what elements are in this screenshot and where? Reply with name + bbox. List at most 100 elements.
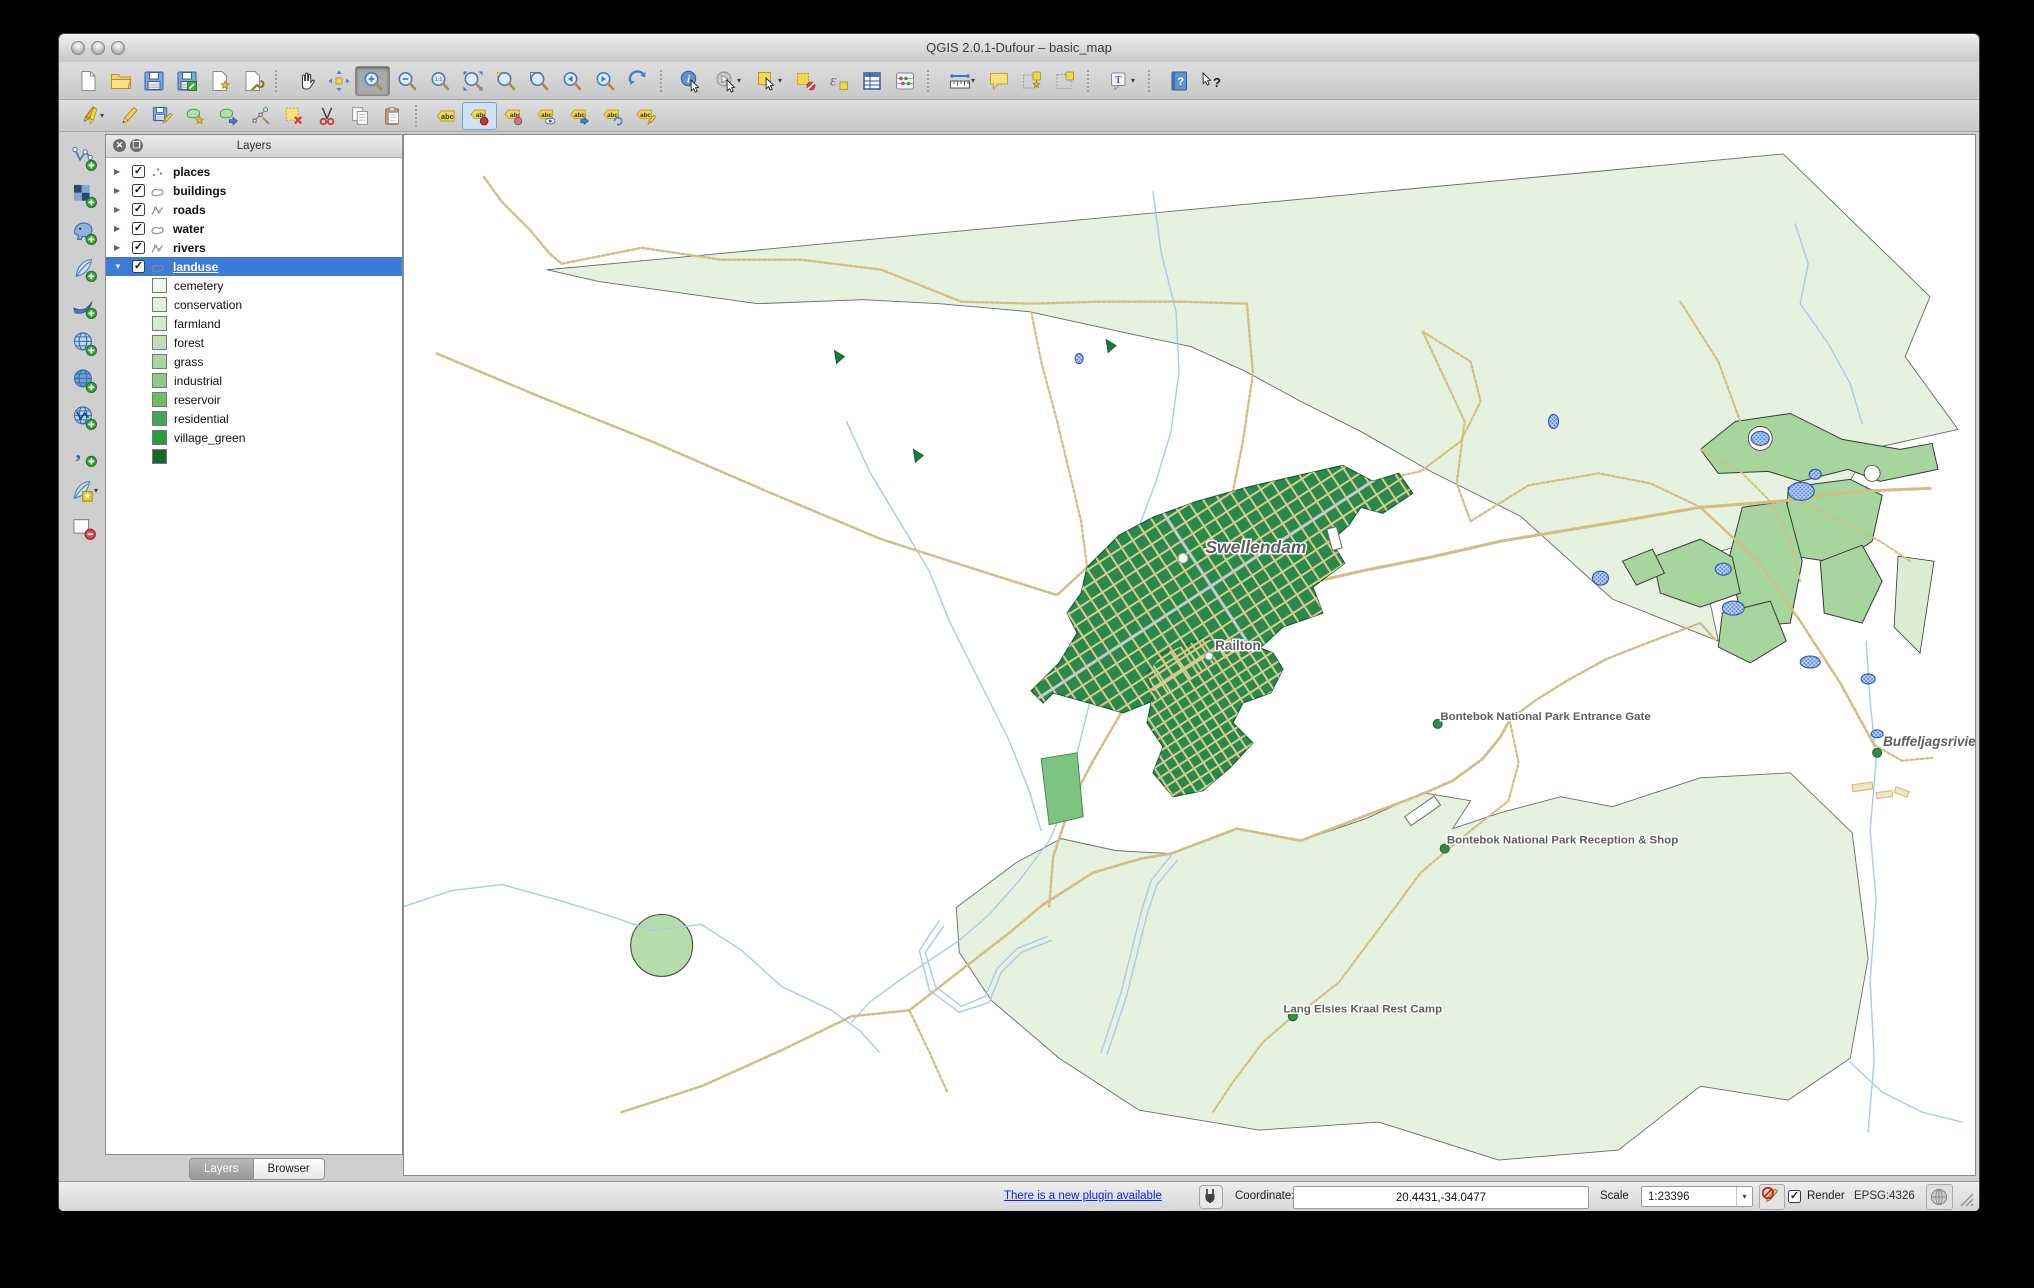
zoom-last-button[interactable] — [555, 67, 588, 95]
layer-row-buildings[interactable]: ▶✓buildings — [106, 181, 402, 200]
new-composer-button[interactable] — [203, 67, 236, 95]
expander-icon[interactable]: ▶ — [114, 205, 125, 214]
landuse-class-row-residential[interactable]: residential — [106, 409, 402, 428]
add-spatialite-layer-button[interactable] — [64, 253, 102, 284]
open-project-button[interactable] — [104, 67, 137, 95]
field-calculator-button[interactable] — [888, 67, 921, 95]
chevron-down-icon[interactable]: ▾ — [971, 76, 975, 85]
map-tips-button[interactable] — [982, 67, 1015, 95]
landuse-class-row-conservation[interactable]: conservation — [106, 295, 402, 314]
show-bookmarks-button[interactable] — [1048, 67, 1081, 95]
layer-visibility-checkbox[interactable]: ✓ — [132, 184, 145, 197]
label-pin-button[interactable]: ab — [462, 102, 497, 130]
add-vector-layer-button[interactable] — [64, 142, 102, 173]
label-move-button[interactable]: abc — [563, 103, 596, 129]
add-mssql-layer-button[interactable] — [64, 290, 102, 321]
add-wms-layer-button[interactable] — [64, 327, 102, 358]
label-rotate-button[interactable]: abc — [596, 103, 629, 129]
zoom-native-button[interactable]: 1:1 — [423, 67, 456, 95]
render-checkbox[interactable]: ✓ — [1788, 1190, 1801, 1203]
composer-manager-button[interactable] — [236, 67, 269, 95]
remove-layer-button[interactable] — [64, 512, 102, 543]
whats-this-button[interactable]: ? — [1195, 67, 1228, 95]
zoom-out-button[interactable] — [390, 67, 423, 95]
layer-labeling-button[interactable]: abc — [429, 103, 462, 129]
label-hold-button[interactable]: ab — [497, 103, 530, 129]
landuse-class-row-cemetery[interactable]: cemetery — [106, 276, 402, 295]
cut-features-button[interactable] — [310, 103, 343, 129]
layer-row-roads[interactable]: ▶✓roads — [106, 200, 402, 219]
layer-visibility-checkbox[interactable]: ✓ — [132, 241, 145, 254]
crs-projector-icon[interactable] — [1926, 1184, 1953, 1210]
add-wcs-layer-button[interactable] — [64, 364, 102, 395]
landuse-class-row-grass[interactable]: grass — [106, 352, 402, 371]
add-raster-layer-button[interactable] — [64, 179, 102, 210]
plugin-manager-icon[interactable] — [1199, 1185, 1223, 1209]
add-postgis-layer-button[interactable] — [64, 216, 102, 247]
zoom-in-button[interactable] — [355, 66, 390, 96]
chevron-down-icon[interactable]: ▾ — [1131, 76, 1135, 85]
delete-selected-button[interactable] — [277, 103, 310, 129]
zoom-next-button[interactable] — [588, 67, 621, 95]
zoom-full-button[interactable] — [456, 67, 489, 95]
paste-features-button[interactable] — [376, 103, 409, 129]
new-project-button[interactable] — [71, 67, 104, 95]
attribute-table-button[interactable] — [855, 67, 888, 95]
layer-row-places[interactable]: ▶✓places — [106, 162, 402, 181]
deselect-features-button[interactable] — [789, 67, 822, 95]
node-tool-button[interactable] — [244, 103, 277, 129]
zoom-to-layer-button[interactable] — [522, 67, 555, 95]
panel-float-icon[interactable]: ❐ — [130, 139, 143, 152]
layer-row-landuse[interactable]: ▼✓landuse — [106, 257, 402, 276]
pan-to-selection-button[interactable] — [322, 67, 355, 95]
chevron-down-icon[interactable]: ▾ — [100, 111, 104, 120]
landuse-class-row-forest[interactable]: forest — [106, 333, 402, 352]
select-by-expression-button[interactable]: ε — [822, 67, 855, 95]
new-plugin-link[interactable]: There is a new plugin available — [1004, 1182, 1162, 1211]
landuse-class-row[interactable] — [106, 447, 402, 466]
add-delimited-text-button[interactable]: , — [64, 438, 102, 469]
copy-features-button[interactable] — [343, 103, 376, 129]
select-features-button[interactable]: ▾ — [748, 67, 789, 95]
identify-button[interactable]: i — [674, 67, 707, 95]
coordinate-input[interactable] — [1293, 1186, 1589, 1209]
chevron-down-icon[interactable]: ▾ — [94, 486, 98, 495]
chevron-down-icon[interactable]: ▾ — [737, 76, 741, 85]
label-show-hide-button[interactable]: abc — [530, 103, 563, 129]
layer-row-rivers[interactable]: ▶✓rivers — [106, 238, 402, 257]
tab-layers[interactable]: Layers — [189, 1158, 254, 1180]
stop-render-icon[interactable] — [1759, 1184, 1785, 1210]
refresh-button[interactable] — [621, 67, 654, 95]
save-project-as-button[interactable] — [170, 67, 203, 95]
expander-icon[interactable]: ▶ — [114, 243, 125, 252]
landuse-class-row-village_green[interactable]: village_green — [106, 428, 402, 447]
expander-icon[interactable]: ▶ — [114, 167, 125, 176]
help-button[interactable]: ? — [1162, 67, 1195, 95]
expander-icon[interactable]: ▼ — [114, 262, 125, 271]
save-project-button[interactable] — [137, 67, 170, 95]
layer-visibility-checkbox[interactable]: ✓ — [132, 260, 145, 273]
feature-action-button[interactable]: ▾ — [707, 67, 748, 95]
map-canvas[interactable]: SwellendamRailtonBontebok National Park … — [403, 134, 1976, 1176]
add-wfs-layer-button[interactable] — [64, 401, 102, 432]
landuse-class-row-industrial[interactable]: industrial — [106, 371, 402, 390]
landuse-class-row-reservoir[interactable]: reservoir — [106, 390, 402, 409]
text-annotation-button[interactable]: T▾ — [1101, 67, 1142, 95]
resize-grip[interactable] — [1960, 1193, 1974, 1207]
chevron-down-icon[interactable]: ▾ — [1736, 1187, 1752, 1206]
zoom-to-selection-button[interactable] — [489, 67, 522, 95]
new-bookmark-button[interactable] — [1015, 67, 1048, 95]
title-bar[interactable]: QGIS 2.0.1-Dufour – basic_map — [59, 34, 1979, 63]
measure-button[interactable]: ▾ — [941, 67, 982, 95]
scale-combo[interactable]: 1:23396 ▾ — [1641, 1186, 1753, 1207]
landuse-class-row-farmland[interactable]: farmland — [106, 314, 402, 333]
panel-close-icon[interactable]: ✕ — [113, 139, 126, 152]
tab-browser[interactable]: Browser — [254, 1158, 325, 1180]
pan-map-button[interactable] — [289, 67, 322, 95]
layer-visibility-checkbox[interactable]: ✓ — [132, 222, 145, 235]
minimize-window-button[interactable] — [91, 41, 105, 55]
expander-icon[interactable]: ▶ — [114, 186, 125, 195]
save-layer-edits-button[interactable] — [145, 103, 178, 129]
label-properties-button[interactable]: abc — [629, 103, 662, 129]
layer-visibility-checkbox[interactable]: ✓ — [132, 203, 145, 216]
